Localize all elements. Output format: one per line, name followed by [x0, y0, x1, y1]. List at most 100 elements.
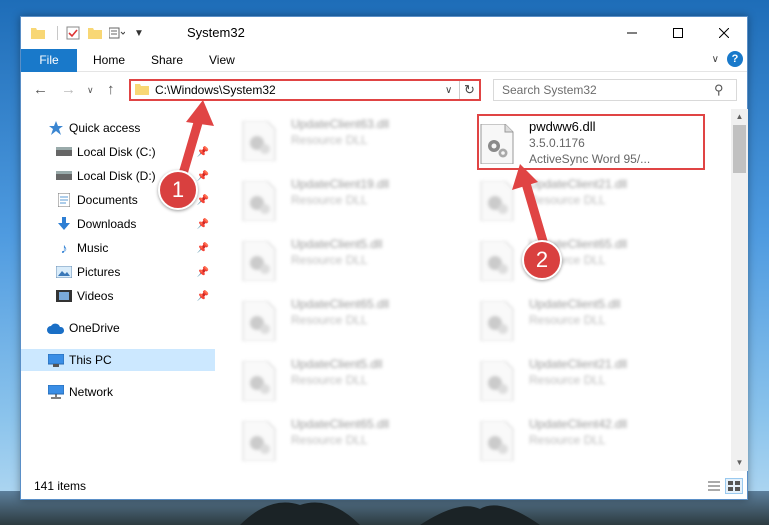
sidebar-item-label: Videos	[77, 289, 114, 303]
pin-icon[interactable]: 📌	[197, 243, 209, 254]
list-item[interactable]: UpdateClient42.dll Resource DLL	[479, 413, 709, 469]
sidebar-item-label: Local Disk (C:)	[77, 145, 156, 159]
new-folder-icon[interactable]	[86, 24, 104, 42]
dll-file-icon	[480, 361, 514, 401]
chevron-down-icon[interactable]: ▼	[130, 24, 148, 42]
file-name: UpdateClient21.dll	[529, 177, 628, 191]
customize-toolbar-icon[interactable]	[108, 24, 126, 42]
back-arrow-icon[interactable]: ←	[33, 81, 48, 98]
vertical-scrollbar[interactable]: ▲ ▼	[731, 109, 748, 471]
pin-icon[interactable]: 📌	[197, 291, 209, 302]
file-description: Resource DLL	[291, 253, 368, 267]
scroll-down-icon[interactable]: ▼	[731, 455, 748, 471]
list-item[interactable]: UpdateClient63.dll Resource DLL	[241, 113, 471, 169]
window-controls	[609, 17, 747, 48]
drive-icon	[55, 168, 73, 184]
minimize-button[interactable]	[609, 17, 655, 48]
file-highlight-box	[477, 114, 705, 170]
ribbon-right-controls: ∨ ?	[712, 51, 743, 67]
sidebar-item-music[interactable]: ♪ Music 📌	[21, 237, 215, 259]
address-path[interactable]: C:\Windows\System32	[155, 83, 445, 97]
pin-icon[interactable]: 📌	[197, 267, 209, 278]
sidebar-item-quick-access[interactable]: Quick access	[21, 117, 215, 139]
list-item[interactable]: UpdateClient65.dll Resource DLL	[241, 293, 471, 349]
documents-icon	[55, 192, 73, 208]
dll-file-icon	[242, 301, 276, 341]
search-icon[interactable]: ⚲	[714, 82, 736, 98]
status-bar: 141 items	[21, 473, 747, 499]
file-description: Resource DLL	[291, 433, 368, 447]
dll-file-icon	[480, 241, 514, 281]
list-item[interactable]: UpdateClient5.dll Resource DLL	[241, 353, 471, 409]
close-button[interactable]	[701, 17, 747, 48]
details-view-icon[interactable]	[705, 478, 723, 494]
window-title: System32	[187, 25, 245, 40]
pin-icon[interactable]: 📌	[197, 219, 209, 230]
dll-file-icon	[480, 181, 514, 221]
refresh-icon[interactable]: ↻	[459, 81, 479, 99]
search-input[interactable]	[502, 83, 714, 97]
list-item[interactable]: UpdateClient5.dll Resource DLL	[479, 293, 709, 349]
sidebar-item-onedrive[interactable]: OneDrive	[21, 317, 215, 339]
sidebar-item-local-disk-c[interactable]: Local Disk (C:) 📌	[21, 141, 215, 163]
file-description: Resource DLL	[291, 373, 368, 387]
file-name: UpdateClient63.dll	[291, 117, 390, 131]
pin-icon[interactable]: 📌	[197, 147, 209, 158]
search-box[interactable]: ⚲	[493, 79, 737, 101]
sidebar-item-label: This PC	[69, 353, 112, 367]
expand-ribbon-icon[interactable]: ∨	[712, 54, 719, 65]
tab-file[interactable]: File	[21, 49, 77, 72]
recent-locations-icon[interactable]: ∨	[87, 85, 94, 96]
sidebar-item-this-pc[interactable]: This PC	[21, 349, 215, 371]
quick-access-toolbar: ▼	[29, 24, 152, 42]
sidebar-item-pictures[interactable]: Pictures 📌	[21, 261, 215, 283]
list-item[interactable]: UpdateClient65.dll Resource DLL	[479, 233, 709, 289]
sidebar-item-label: Documents	[77, 193, 138, 207]
music-icon: ♪	[60, 240, 68, 256]
address-bar[interactable]: C:\Windows\System32 ∨ ↻	[129, 79, 481, 101]
up-arrow-icon[interactable]: ↑	[107, 81, 115, 98]
navigation-pane: Quick access Local Disk (C:) 📌 Local Dis…	[21, 109, 215, 471]
properties-icon[interactable]	[64, 24, 82, 42]
ribbon: File Home Share View ∨ ?	[21, 49, 747, 72]
file-description: Resource DLL	[529, 193, 606, 207]
callout-badge-2: 2	[522, 240, 562, 280]
file-description: Resource DLL	[291, 313, 368, 327]
pin-icon[interactable]: 📌	[197, 171, 209, 182]
pin-icon[interactable]: 📌	[197, 195, 209, 206]
sidebar-item-label: OneDrive	[69, 321, 120, 335]
list-item[interactable]: UpdateClient21.dll Resource DLL	[479, 173, 709, 229]
sidebar-item-label: Pictures	[77, 265, 121, 279]
scroll-up-icon[interactable]: ▲	[731, 109, 748, 125]
list-item[interactable]: UpdateClient19.dll Resource DLL	[241, 173, 471, 229]
help-icon[interactable]: ?	[727, 51, 743, 67]
tab-home[interactable]: Home	[93, 49, 125, 72]
file-name: UpdateClient21.dll	[529, 357, 628, 371]
tab-view[interactable]: View	[209, 49, 235, 72]
file-name: UpdateClient65.dll	[291, 417, 390, 431]
list-item[interactable]: UpdateClient5.dll Resource DLL	[241, 233, 471, 289]
list-item[interactable]: UpdateClient65.dll Resource DLL	[241, 413, 471, 469]
file-name: UpdateClient65.dll	[291, 297, 390, 311]
sidebar-item-videos[interactable]: Videos 📌	[21, 285, 215, 307]
this-pc-icon	[47, 352, 65, 368]
scroll-thumb[interactable]	[733, 125, 746, 173]
tiles-view-icon[interactable]	[725, 478, 743, 494]
sidebar-item-label: Network	[69, 385, 114, 399]
forward-arrow-icon[interactable]: →	[61, 81, 76, 98]
maximize-button[interactable]	[655, 17, 701, 48]
videos-icon	[55, 288, 73, 304]
file-name: UpdateClient5.dll	[529, 297, 621, 311]
chevron-down-icon[interactable]: ∨	[445, 85, 459, 96]
sidebar-item-downloads[interactable]: Downloads 📌	[21, 213, 215, 235]
list-item[interactable]: UpdateClient21.dll Resource DLL	[479, 353, 709, 409]
sidebar-item-label: Quick access	[69, 121, 141, 135]
dll-file-icon	[480, 421, 514, 461]
tab-share[interactable]: Share	[151, 49, 183, 72]
pictures-icon	[55, 264, 73, 280]
star-icon	[47, 120, 65, 136]
file-name: UpdateClient5.dll	[291, 357, 383, 371]
callout-badge-1: 1	[158, 170, 198, 210]
sidebar-item-network[interactable]: Network	[21, 381, 215, 403]
file-description: Resource DLL	[529, 313, 606, 327]
